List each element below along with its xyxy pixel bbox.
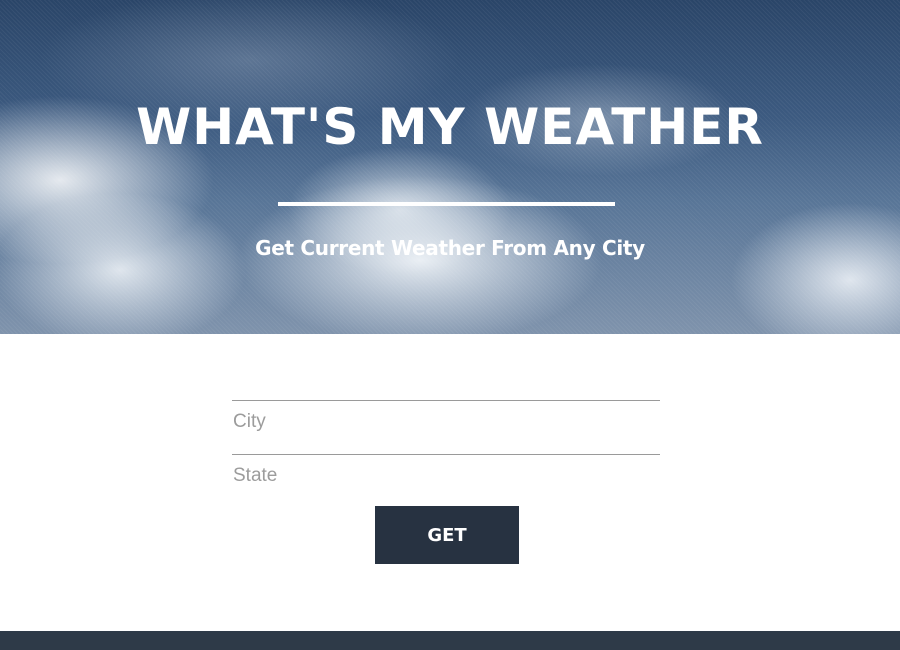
- weather-form: [232, 400, 662, 508]
- footer-bar: [0, 631, 900, 650]
- page-subtitle: Get Current Weather From Any City: [255, 236, 645, 260]
- page-title: WHAT'S MY WEATHER: [136, 98, 764, 156]
- city-field: [232, 400, 662, 454]
- hero-banner: WHAT'S MY WEATHER Get Current Weather Fr…: [0, 0, 900, 334]
- get-button[interactable]: GET: [375, 506, 519, 564]
- state-input[interactable]: [232, 461, 662, 491]
- title-divider: [278, 202, 615, 206]
- weather-page: WHAT'S MY WEATHER Get Current Weather Fr…: [0, 0, 900, 650]
- state-field: [232, 454, 662, 508]
- city-input[interactable]: [232, 407, 662, 437]
